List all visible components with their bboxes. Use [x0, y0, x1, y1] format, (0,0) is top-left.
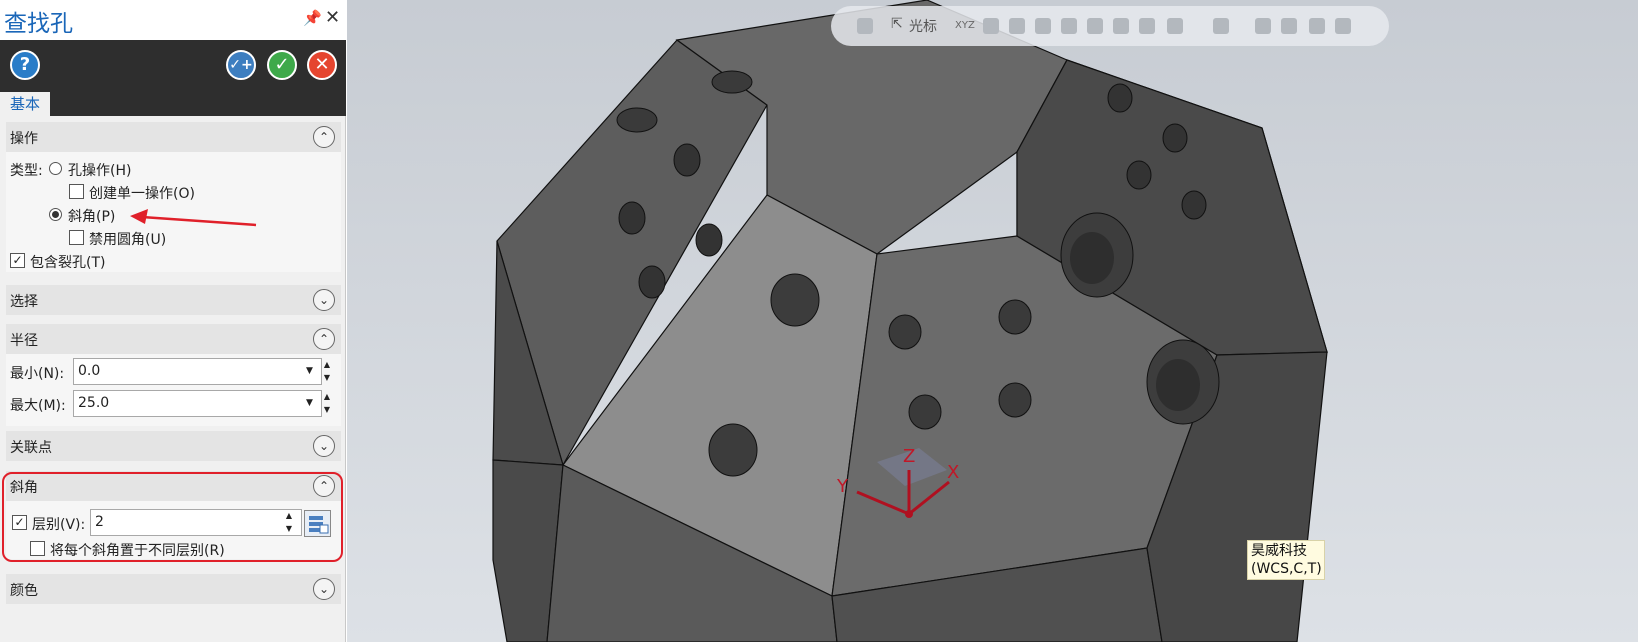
chevron-up-icon[interactable]: ⌃	[313, 126, 335, 148]
cancel-button[interactable]: ✕	[307, 50, 337, 80]
section-select-label: 选择	[10, 294, 38, 310]
wcs-tooltip: 昊威科技 (WCS,C,T)	[1247, 540, 1325, 580]
hole	[638, 265, 666, 299]
panel-toolbar: ? ✓+ ✓ ✕ 基本	[0, 40, 346, 116]
filter-icon[interactable]	[1167, 18, 1183, 34]
chevron-down-icon[interactable]: ⌄	[313, 289, 335, 311]
hole	[1126, 160, 1152, 190]
wcs-origin	[905, 510, 913, 518]
shade-icon[interactable]	[1061, 18, 1077, 34]
section-operation-label: 操作	[10, 131, 38, 147]
checkbox-include-split[interactable]: ✓	[10, 253, 25, 268]
xyz-icon[interactable]: XYZ	[955, 20, 975, 31]
checkbox-include-split-label: 包含裂孔(T)	[30, 255, 106, 271]
cursor-icon[interactable]: ⇱	[891, 16, 903, 32]
tooltip-line2: (WCS,C,T)	[1251, 561, 1322, 577]
max-radius-input[interactable]: 25.0	[73, 390, 322, 417]
tooltip-line1: 昊威科技	[1251, 543, 1307, 559]
section-radius-body: 最小(N): 0.0 ▼ ▲ ▼ 最大(M): 25.0 ▼ ▲ ▼	[6, 354, 341, 426]
hole	[770, 273, 820, 327]
hole	[888, 314, 922, 350]
find-hole-panel: 查找孔 📌 ✕ ? ✓+ ✓ ✕ 基本 操作 ⌃ 类型: 孔操作(H) 创建单一…	[0, 0, 346, 642]
hole	[908, 394, 942, 430]
chevron-down-icon[interactable]: ⌄	[313, 578, 335, 600]
max-radius-label: 最大(M):	[10, 398, 66, 414]
section-association-header[interactable]: 关联点 ⌄	[6, 431, 341, 461]
cad-model: Z Y X	[492, 0, 1328, 642]
hole	[1162, 123, 1188, 153]
section-operation-header[interactable]: 操作 ⌃	[6, 122, 341, 152]
apply-button[interactable]: ✓+	[226, 50, 256, 80]
radio-bevel-label: 斜角(P)	[68, 209, 116, 225]
hole	[1107, 83, 1133, 113]
hole	[673, 143, 701, 177]
chevron-down-icon[interactable]: ⌄	[313, 435, 335, 457]
bevel-highlight-box	[2, 472, 343, 562]
type-label: 类型:	[10, 163, 43, 179]
radio-hole-operation-label: 孔操作(H)	[68, 163, 132, 179]
annotation-arrow	[130, 209, 257, 227]
max-radius-dropdown-icon[interactable]: ▼	[306, 398, 313, 408]
close-icon[interactable]: ✕	[325, 7, 340, 28]
verify-icon[interactable]	[1255, 18, 1271, 34]
checkbox-single-operation-label: 创建单一操作(O)	[89, 186, 195, 202]
hole	[998, 382, 1032, 418]
section-association-label: 关联点	[10, 440, 52, 456]
min-radius-label: 最小(N):	[10, 366, 65, 382]
min-radius-spinner[interactable]: ▲ ▼	[320, 358, 334, 385]
window-select-icon[interactable]	[1213, 18, 1229, 34]
hole	[1181, 190, 1207, 220]
section-select-header[interactable]: 选择 ⌄	[6, 285, 341, 315]
radio-bevel[interactable]	[49, 208, 62, 221]
solid-icon[interactable]	[1087, 18, 1103, 34]
chevron-up-icon[interactable]: ⌃	[313, 328, 335, 350]
pointer-icon[interactable]	[1335, 18, 1351, 34]
axis-x-label: X	[947, 462, 959, 483]
section-radius-header[interactable]: 半径 ⌃	[6, 324, 341, 354]
cursor-mode-label[interactable]: 光标	[909, 16, 937, 36]
min-radius-dropdown-icon[interactable]: ▼	[306, 366, 313, 376]
axis-y-label: Y	[836, 476, 849, 497]
pin-icon[interactable]: 📌	[303, 9, 322, 27]
radio-hole-operation[interactable]	[49, 162, 62, 175]
help-button[interactable]: ?	[10, 50, 40, 80]
counterbore-inner	[1070, 232, 1114, 284]
ok-button[interactable]: ✓	[267, 50, 297, 80]
tab-basic[interactable]: 基本	[0, 92, 50, 116]
graphics-viewport[interactable]: Z Y X ⇱ 光标 XYZ 昊威科技 (WCS,C,T)	[347, 0, 1638, 642]
hole	[998, 299, 1032, 335]
checkbox-single-operation[interactable]	[69, 184, 84, 199]
section-color-header[interactable]: 颜色 ⌄	[6, 574, 341, 604]
lock-icon[interactable]	[857, 18, 873, 34]
section-color-label: 颜色	[10, 583, 38, 599]
min-radius-input[interactable]: 0.0	[73, 358, 322, 385]
counterbore-inner	[1156, 359, 1200, 411]
hole	[695, 223, 723, 257]
panel-titlebar: 查找孔 📌 ✕	[0, 0, 346, 40]
hole	[711, 70, 753, 94]
hole	[708, 423, 758, 477]
checkbox-disable-fillet-label: 禁用圆角(U)	[89, 232, 167, 248]
viewport-context-toolbar: ⇱ 光标 XYZ	[831, 6, 1389, 46]
section-radius-label: 半径	[10, 333, 38, 349]
cube-icon[interactable]	[1113, 18, 1129, 34]
snap-icon[interactable]	[983, 18, 999, 34]
color-icon[interactable]	[1139, 18, 1155, 34]
panel-title: 查找孔	[4, 11, 73, 37]
axis-z-label: Z	[903, 446, 915, 467]
view-icon[interactable]	[1035, 18, 1051, 34]
toggle-icon[interactable]	[1281, 18, 1297, 34]
max-radius-spinner[interactable]: ▲ ▼	[320, 390, 334, 417]
hole	[618, 201, 646, 235]
checkbox-disable-fillet[interactable]	[69, 230, 84, 245]
refresh-icon[interactable]	[1309, 18, 1325, 34]
select-icon[interactable]	[1009, 18, 1025, 34]
hole	[616, 107, 658, 133]
